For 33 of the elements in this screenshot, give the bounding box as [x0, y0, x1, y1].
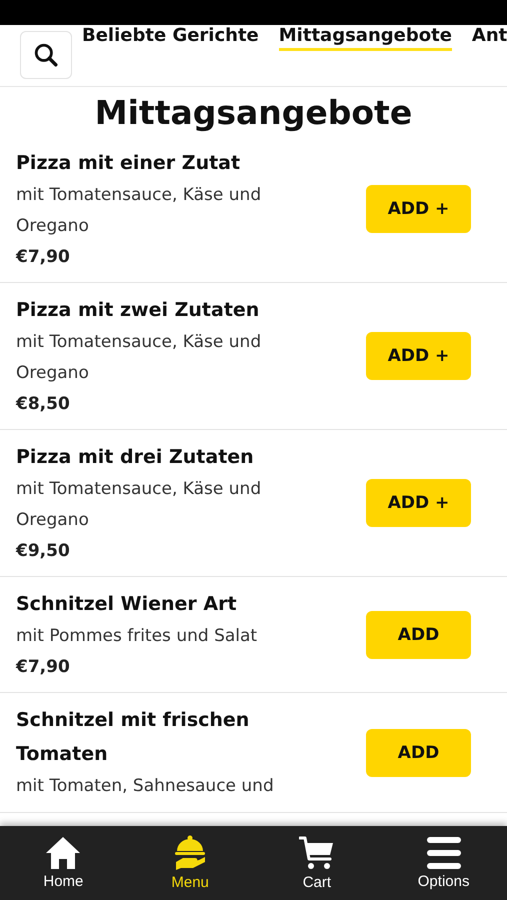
add-button[interactable]: ADD [366, 610, 471, 658]
dish-description: mit Tomaten, Sahnesauce und [16, 775, 275, 798]
dish-price: €7,90 [16, 656, 71, 679]
dish-name: Pizza mit drei Zutaten [16, 445, 255, 470]
dish-name: Pizza mit einer Zutat [16, 151, 242, 176]
category-tab[interactable]: Ant [472, 26, 507, 51]
dish-name: Schnitzel Wiener Art [16, 592, 238, 617]
dish-price: €7,90 [16, 246, 71, 269]
menu-icon [426, 836, 462, 870]
dish-name: Schnitzel mit frischen Tomaten [16, 708, 250, 767]
nav-item[interactable]: Options [380, 826, 507, 900]
dish-price: €8,50 [16, 393, 71, 416]
nav-item[interactable]: Cart [254, 826, 380, 900]
nav-item[interactable]: Home [0, 826, 127, 900]
category-tab[interactable]: Mittagsangebote [278, 26, 452, 51]
dish-description: mit Tomatensauce, Käse und Oregano [16, 331, 262, 385]
dish-description: mit Pommes frites und Salat [16, 625, 258, 648]
nav-item[interactable]: Menu [126, 826, 254, 900]
add-button[interactable]: ADD + [366, 479, 471, 527]
cloche-icon [173, 835, 208, 871]
add-button[interactable]: ADD + [366, 185, 471, 233]
add-button[interactable]: ADD + [366, 332, 471, 380]
dish-price: €9,50 [16, 540, 71, 563]
home-icon [45, 836, 82, 870]
search-icon [33, 42, 59, 68]
cart-icon [298, 835, 335, 871]
dish-name: Pizza mit zwei Zutaten [16, 298, 260, 323]
dish-description: mit Tomatensauce, Käse und Oregano [16, 184, 262, 238]
category-tab[interactable]: Beliebte Gerichte [82, 26, 259, 51]
dish-description: mit Tomatensauce, Käse und Oregano [16, 478, 262, 532]
search-button[interactable] [20, 31, 72, 79]
add-button[interactable]: ADD [366, 728, 471, 776]
section-title: Mittagsangebote [94, 93, 414, 132]
